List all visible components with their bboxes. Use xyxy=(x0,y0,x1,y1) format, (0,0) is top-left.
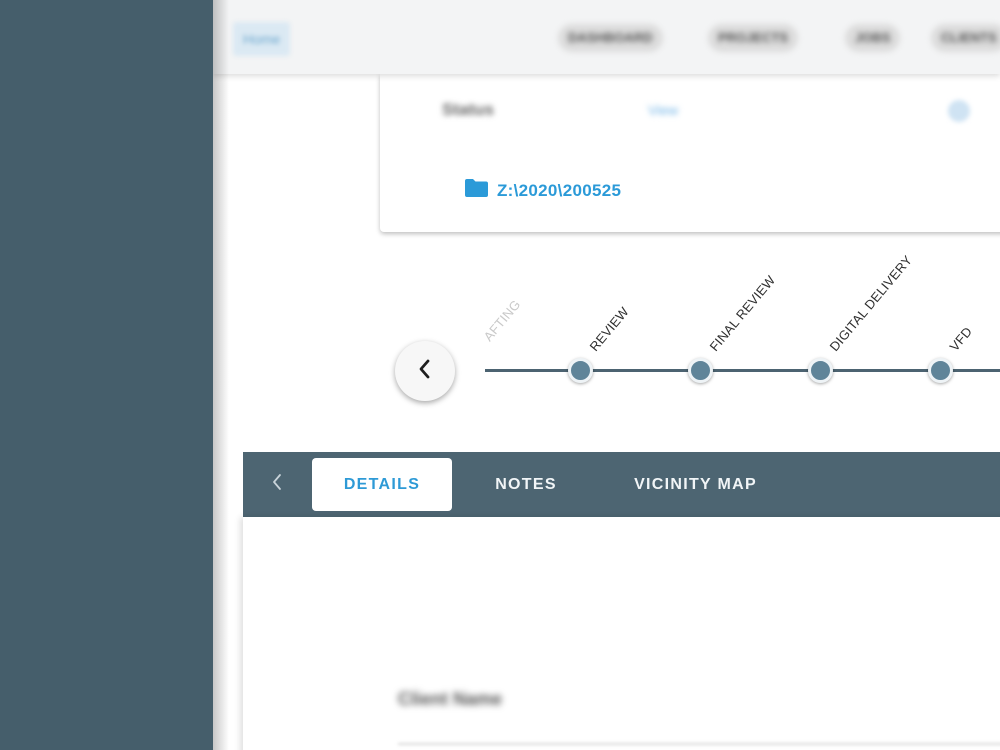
chevron-left-icon xyxy=(271,473,283,496)
tab-details[interactable]: DETAILS xyxy=(312,458,452,511)
project-info-card: Status View Z:\2020\200525 xyxy=(380,74,1000,232)
folder-icon xyxy=(464,178,489,203)
tab-notes[interactable]: NOTES xyxy=(476,458,576,511)
timeline-track xyxy=(485,369,1000,372)
info-icon[interactable] xyxy=(948,100,970,122)
home-chip[interactable]: Home xyxy=(233,22,291,56)
sidebar xyxy=(0,0,213,750)
nav-dashboard[interactable]: DASHBOARD xyxy=(558,24,663,52)
timeline-step-label: VFD xyxy=(946,323,976,354)
status-field-label: Status xyxy=(442,100,494,119)
timeline-step-node[interactable] xyxy=(688,358,713,383)
tab-scroll-left-button[interactable] xyxy=(265,472,289,496)
nav-projects[interactable]: PROJECTS xyxy=(708,24,799,52)
status-field-link[interactable]: View xyxy=(648,102,678,118)
chevron-left-icon xyxy=(417,358,433,385)
timeline-step-node[interactable] xyxy=(568,358,593,383)
timeline-step-node[interactable] xyxy=(808,358,833,383)
tab-vicinity-map[interactable]: VICINITY MAP xyxy=(618,458,773,511)
project-folder-link[interactable]: Z:\2020\200525 xyxy=(464,178,621,203)
timeline-step-label: AFTING xyxy=(480,296,524,344)
top-app-bar: Home DASHBOARD PROJECTS JOBS CLIENTS xyxy=(213,0,1000,74)
timeline-prev-button[interactable] xyxy=(395,341,455,401)
sidebar-shadow xyxy=(213,0,229,750)
timeline-track-fade xyxy=(485,369,555,372)
timeline-step-label: REVIEW xyxy=(586,304,632,354)
timeline-step-label: DIGITAL DELIVERY xyxy=(826,252,916,354)
detail-tab-bar: DETAILS NOTES VICINITY MAP xyxy=(243,452,1000,517)
details-panel: Client Name xyxy=(243,517,1000,750)
folder-path[interactable]: Z:\2020\200525 xyxy=(497,181,621,201)
timeline-step-node[interactable] xyxy=(928,358,953,383)
timeline-step-label: FINAL REVIEW xyxy=(706,272,779,354)
client-name-label: Client Name xyxy=(398,689,503,709)
client-name-input[interactable] xyxy=(398,743,1000,745)
nav-clients[interactable]: CLIENTS xyxy=(931,24,1000,52)
nav-jobs[interactable]: JOBS xyxy=(845,24,901,52)
